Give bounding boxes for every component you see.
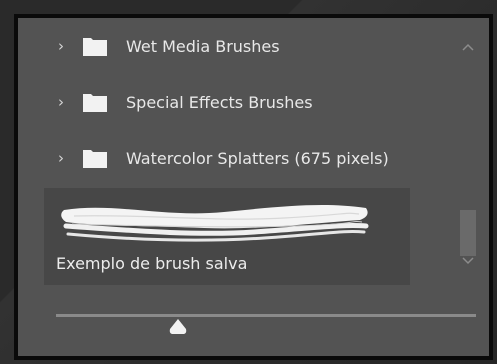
brush-group-label: Watercolor Splatters (675 pixels) — [126, 148, 389, 168]
folder-icon — [82, 35, 108, 57]
brush-list: › Wet Media Brushes › Special Effects Br… — [44, 18, 431, 288]
brush-group-watercolor-splatters[interactable]: › Watercolor Splatters (675 pixels) — [44, 130, 431, 186]
brush-group-label: Special Effects Brushes — [126, 92, 313, 112]
folder-icon — [82, 91, 108, 113]
brush-preset-item[interactable]: Exemplo de brush salva — [44, 188, 410, 285]
chevron-right-icon[interactable]: › — [58, 150, 78, 166]
slider-thumb-icon[interactable] — [167, 317, 189, 337]
brush-group-special-effects[interactable]: › Special Effects Brushes — [44, 74, 431, 130]
chevron-down-icon[interactable] — [459, 254, 477, 268]
brush-preset-label: Exemplo de brush salva — [56, 254, 248, 273]
brush-group-label: Wet Media Brushes — [126, 36, 280, 56]
brush-group-wet-media[interactable]: › Wet Media Brushes — [44, 18, 431, 74]
folder-icon — [82, 147, 108, 169]
brush-stroke-preview — [61, 205, 369, 242]
scrollbar-thumb[interactable] — [460, 210, 476, 256]
brush-presets-panel: › Wet Media Brushes › Special Effects Br… — [14, 14, 493, 360]
vertical-scrollbar[interactable] — [456, 18, 480, 288]
size-slider-track[interactable] — [56, 314, 476, 317]
chevron-up-icon[interactable] — [459, 40, 477, 54]
chevron-right-icon[interactable]: › — [58, 94, 78, 110]
chevron-right-icon[interactable]: › — [58, 38, 78, 54]
